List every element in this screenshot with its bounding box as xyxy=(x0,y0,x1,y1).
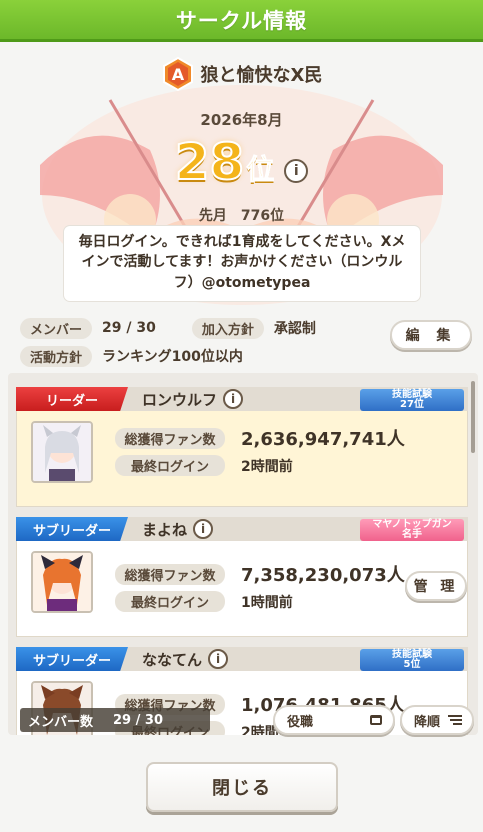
sort-order-label: 降順 xyxy=(414,714,441,730)
member-count: メンバー数 29 / 30 xyxy=(20,708,210,732)
fans-value: 7,358,230,073人 xyxy=(241,565,405,586)
join-policy-label: 加入方針 xyxy=(191,317,264,339)
member-count-label: メンバー数 xyxy=(28,714,94,730)
club-description: 毎日ログイン。できれば1育成をしてください。Xメインで活動してます！お声かけくだ… xyxy=(64,226,420,301)
header-bar: サークル情報 xyxy=(0,0,483,42)
avatar[interactable] xyxy=(31,551,93,613)
last-month-value: 776位 xyxy=(240,208,285,224)
member-count-value: 29 / 30 xyxy=(113,712,163,728)
club-meta: メンバー 29 / 30 加入方針 承認制 活動方針 ランキング100位以内 xyxy=(20,316,420,372)
role-filter-label: 役職 xyxy=(287,714,314,730)
member-card[interactable]: サブリーダー まよね i マヤノトップガン 名手 総獲得ファン数 7,358,23… xyxy=(16,517,468,637)
join-policy-value: 承認制 xyxy=(273,321,316,337)
member-card[interactable]: リーダー ロンウルフ i 技能試験 27位 総獲得ファン数 2,636,947,7… xyxy=(16,387,468,507)
filter-window-icon xyxy=(370,715,382,725)
members-value: 29 / 30 xyxy=(102,320,156,336)
title-badge: 技能試験 5位 xyxy=(360,649,464,671)
activity-policy-value: ランキング100位以内 xyxy=(102,349,243,365)
sort-order-button[interactable]: 降順 xyxy=(400,705,474,735)
member-list[interactable]: リーダー ロンウルフ i 技能試験 27位 総獲得ファン数 2,636,947,7… xyxy=(8,373,478,735)
fans-label: 総獲得ファン数 xyxy=(115,427,225,449)
member-name: まよね xyxy=(142,520,188,539)
fans-value: 2,636,947,741人 xyxy=(241,429,405,450)
svg-text:A: A xyxy=(171,65,184,84)
last-month-label: 先月 xyxy=(198,208,227,224)
role-tag: サブリーダー xyxy=(16,647,128,671)
rank-info-icon[interactable]: i xyxy=(284,159,309,183)
scrollbar[interactable] xyxy=(471,381,475,453)
rank-number: 28 xyxy=(174,133,246,191)
last-login-value: 2時間前 xyxy=(241,458,293,475)
last-login-value: 1時間前 xyxy=(241,594,293,611)
club-name: 狼と愉快なX民 xyxy=(200,65,323,86)
list-footer: メンバー数 29 / 30 役職 降順 xyxy=(8,705,478,737)
role-tag: サブリーダー xyxy=(16,517,128,541)
last-month-rank: 先月 776位 xyxy=(0,205,483,225)
title-badge: マヤノトップガン 名手 xyxy=(360,519,464,541)
close-button[interactable]: 閉じる xyxy=(146,762,338,812)
fans-label: 総獲得ファン数 xyxy=(115,563,225,585)
title-badge: 技能試験 27位 xyxy=(360,389,464,411)
members-label: メンバー xyxy=(20,317,93,339)
member-info-icon[interactable]: i xyxy=(208,649,229,669)
last-login-label: 最終ログイン xyxy=(115,591,225,612)
role-tag: リーダー xyxy=(16,387,128,411)
edit-button[interactable]: 編 集 xyxy=(390,320,472,350)
rank-unit: 位 xyxy=(246,153,275,187)
rank-a-emblem-icon: A xyxy=(162,57,193,91)
member-name: ロンウルフ xyxy=(142,390,218,409)
role-filter-button[interactable]: 役職 xyxy=(273,705,395,735)
member-name: ななてん xyxy=(142,650,203,669)
page-title: サークル情報 xyxy=(175,8,308,33)
member-info-icon[interactable]: i xyxy=(223,389,244,409)
member-info-icon[interactable]: i xyxy=(193,519,214,539)
manage-button[interactable]: 管 理 xyxy=(405,571,467,601)
sort-lines-icon xyxy=(448,715,462,725)
last-login-label: 最終ログイン xyxy=(115,455,225,476)
avatar[interactable] xyxy=(31,421,93,483)
ranking-period: 2026年8月 xyxy=(200,111,283,129)
club-rank: 28 位 i xyxy=(0,133,483,191)
club-name-row: A 狼と愉快なX民 xyxy=(0,57,483,91)
activity-policy-label: 活動方針 xyxy=(20,345,93,367)
